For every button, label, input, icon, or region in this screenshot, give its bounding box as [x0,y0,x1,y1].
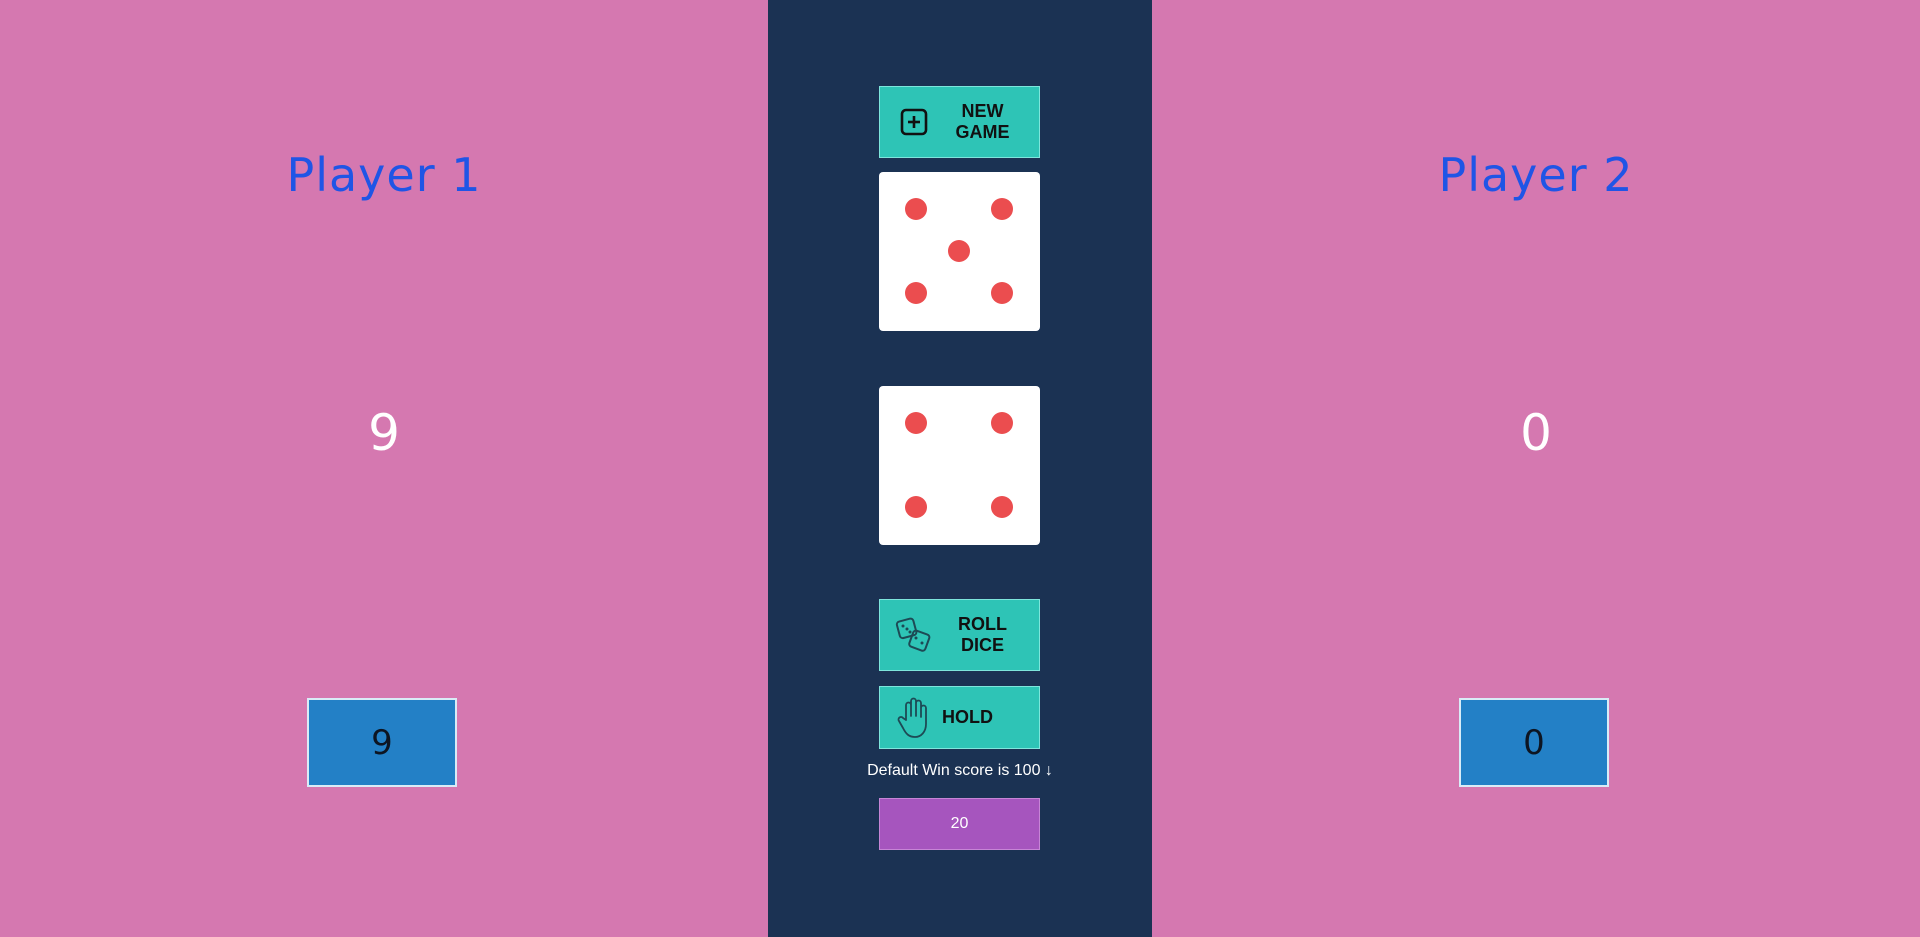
die-pip [991,412,1013,434]
roll-dice-label: ROLL DICE [958,614,1007,655]
die-pip [991,496,1013,518]
die-1 [879,172,1040,331]
dice-icon [892,615,936,655]
game-board: Player 1 9 9 NEW GAME ROLL DICE HOLD Def… [0,0,1920,937]
player-2-total-score: 0 [1520,404,1552,462]
die-pip [991,282,1013,304]
player-2-panel: Player 2 0 0 [1152,0,1920,937]
win-score-label: Default Win score is 100 ↓ [867,762,1053,779]
die-2 [879,386,1040,545]
die-pip [948,240,970,262]
controls-panel: NEW GAME ROLL DICE HOLD Default Win scor… [768,0,1152,937]
player-2-name: Player 2 [1438,148,1634,202]
player-2-current-score: 0 [1459,698,1609,787]
player-1-panel: Player 1 9 9 [0,0,768,937]
roll-dice-button[interactable]: ROLL DICE [879,599,1040,671]
player-1-current-score: 9 [307,698,457,787]
die-pip [905,198,927,220]
hold-label: HOLD [942,707,993,727]
hand-icon [892,696,936,740]
new-game-label: NEW GAME [955,101,1010,142]
hold-button[interactable]: HOLD [879,686,1040,749]
die-pip [991,198,1013,220]
new-game-button[interactable]: NEW GAME [879,86,1040,158]
die-pip [905,412,927,434]
plus-square-icon [892,107,936,137]
player-1-total-score: 9 [368,404,400,462]
die-pip [905,282,927,304]
win-score-input[interactable] [879,798,1040,850]
die-pip [905,496,927,518]
player-1-name: Player 1 [286,148,482,202]
